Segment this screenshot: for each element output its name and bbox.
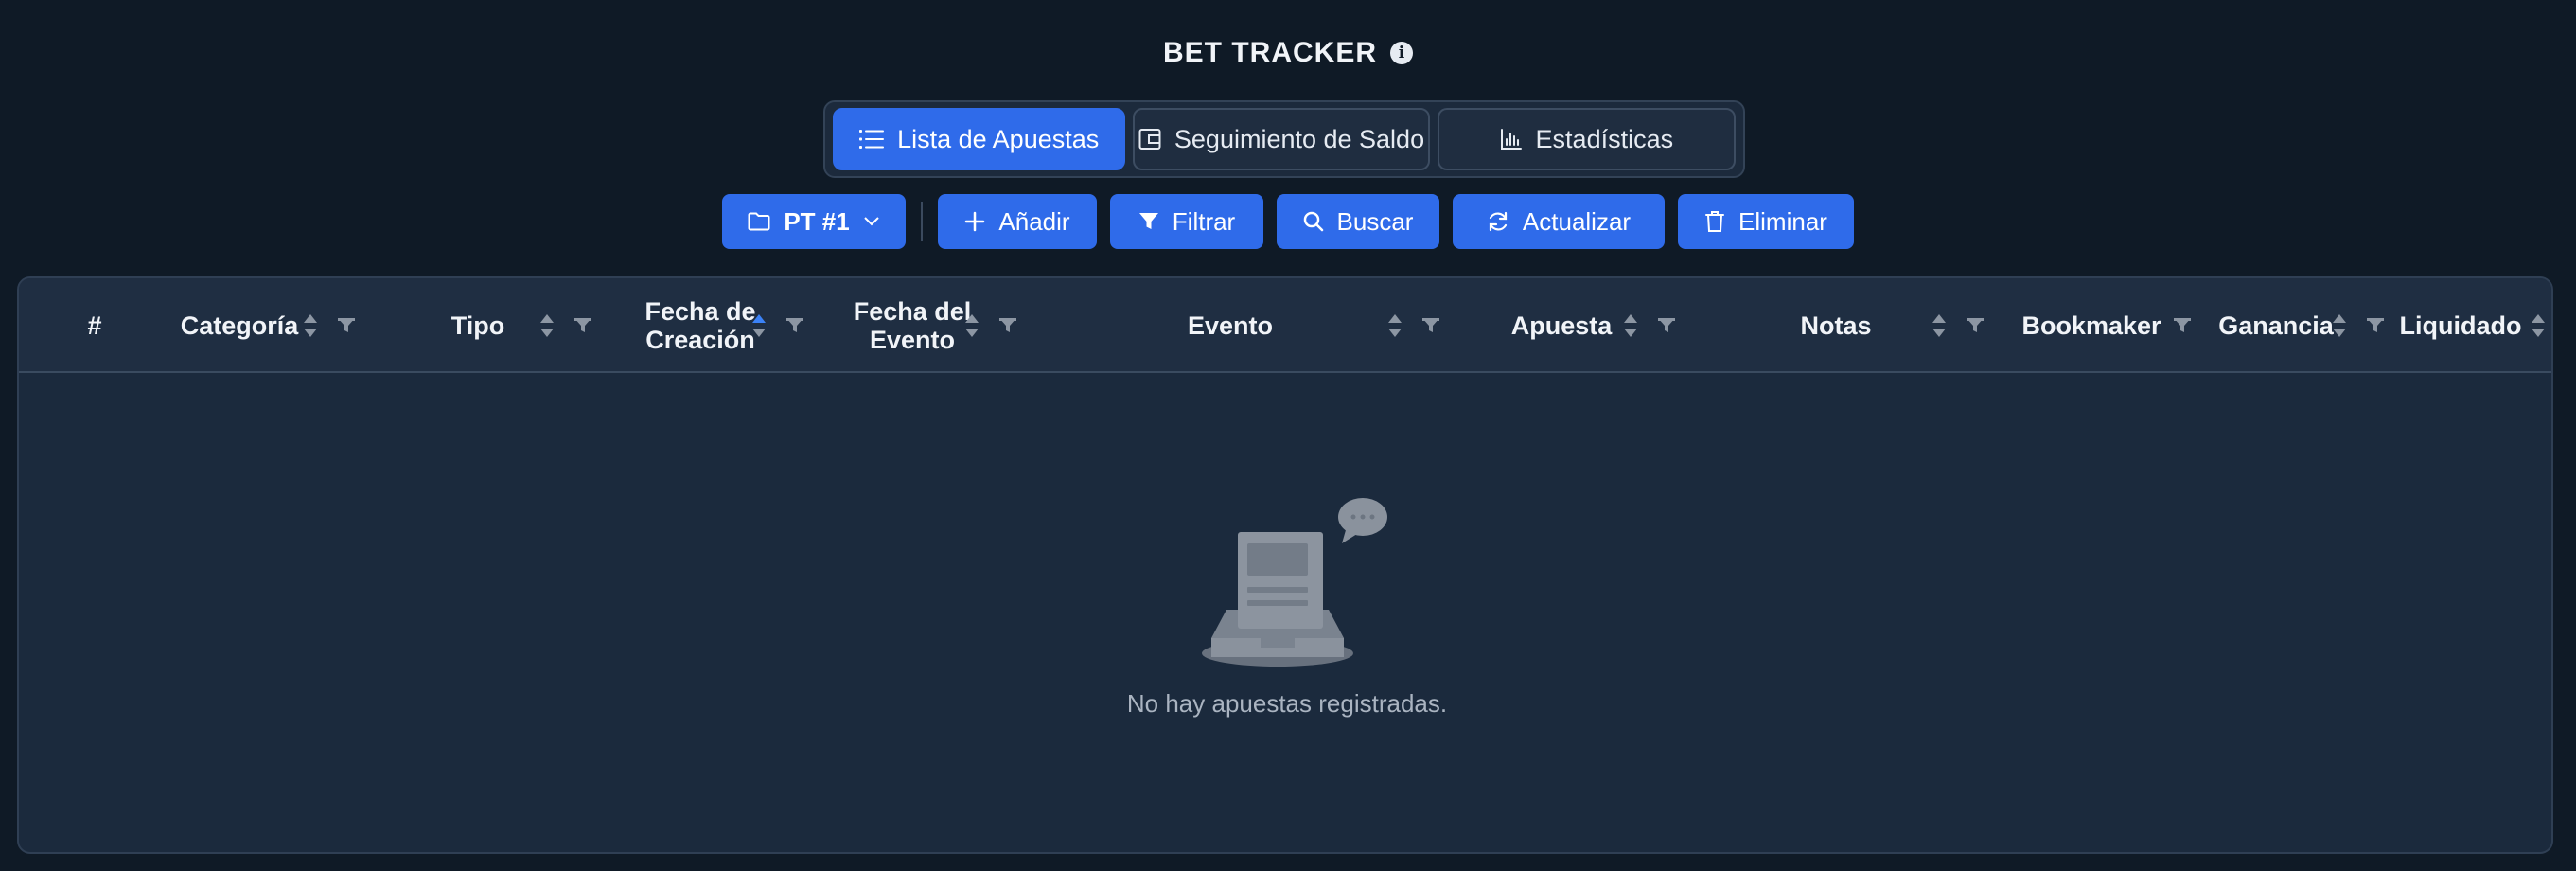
column-label: Evento: [1187, 311, 1274, 340]
list-icon: [859, 130, 885, 149]
column-label: Apuesta: [1510, 311, 1613, 340]
filter-icon[interactable]: [1963, 311, 1987, 340]
column-label: Ganancia: [2218, 311, 2334, 340]
delete-button[interactable]: Eliminar: [1678, 194, 1854, 249]
refresh-button[interactable]: Actualizar: [1453, 194, 1665, 249]
sort-icon[interactable]: [1618, 311, 1643, 340]
column-label: Notas: [1800, 311, 1872, 340]
sort-icon[interactable]: [2327, 311, 2352, 340]
bets-table: # Categoría Tipo Fecha de Creación Fecha…: [17, 276, 2553, 854]
tab-label: Estadísticas: [1535, 124, 1674, 153]
column-label: Tipo: [450, 311, 505, 340]
search-button[interactable]: Buscar: [1277, 194, 1439, 249]
column-label: Evento: [869, 326, 956, 354]
column-header-bookmaker[interactable]: Bookmaker: [2006, 278, 2177, 373]
header: BET TRACKER i: [0, 34, 2576, 72]
delete-label: Eliminar: [1738, 206, 1827, 236]
filter-icon[interactable]: [1654, 311, 1679, 340]
toolbar: PT #1 Añadir Filtrar Buscar Actualizar E…: [0, 193, 2576, 250]
filter-icon[interactable]: [2170, 311, 2195, 340]
filter-icon[interactable]: [996, 311, 1020, 340]
sort-ascending-icon[interactable]: [747, 311, 771, 340]
empty-state: No hay apuestas registradas.: [19, 496, 2551, 780]
portfolio-label: PT #1: [784, 206, 850, 236]
column-header-notas[interactable]: Notas: [1741, 278, 1931, 373]
filter-icon[interactable]: [334, 311, 359, 340]
column-label: Liquidado: [2399, 311, 2522, 340]
filter-button[interactable]: Filtrar: [1110, 194, 1263, 249]
tab-estadisticas[interactable]: Estadísticas: [1437, 108, 1736, 170]
column-label: Categoría: [180, 311, 299, 340]
column-label: Fecha de: [644, 297, 756, 326]
tab-label: Lista de Apuestas: [897, 124, 1100, 153]
filter-icon: [1138, 213, 1158, 229]
column-header-categoria[interactable]: Categoría: [159, 278, 320, 373]
folder-icon: [748, 212, 770, 231]
info-circle-icon[interactable]: i: [1390, 42, 1413, 64]
page-title: BET TRACKER: [1163, 37, 1377, 68]
tab-seguimiento-de-saldo[interactable]: Seguimiento de Saldo: [1133, 108, 1430, 170]
filter-icon[interactable]: [1419, 311, 1443, 340]
column-label: Bookmaker: [2021, 311, 2161, 340]
search-label: Buscar: [1336, 206, 1414, 236]
filter-label: Filtrar: [1172, 206, 1236, 236]
column-label: Fecha del: [853, 297, 972, 326]
bar-chart-icon: [1500, 129, 1522, 150]
refresh-icon: [1489, 211, 1508, 232]
plus-icon: [965, 211, 985, 232]
sort-icon[interactable]: [1383, 311, 1407, 340]
refresh-label: Actualizar: [1522, 206, 1632, 236]
view-tabs: Lista de Apuestas Seguimiento de Saldo E…: [823, 100, 1745, 178]
empty-inbox-icon: [1202, 498, 1387, 667]
empty-message: No hay apuestas registradas.: [1126, 689, 1448, 718]
column-label: #: [87, 311, 102, 340]
filter-icon[interactable]: [2363, 311, 2388, 340]
sort-icon[interactable]: [2526, 311, 2550, 340]
column-header-liquidado[interactable]: Liquidado: [2394, 278, 2527, 373]
filter-icon[interactable]: [783, 311, 807, 340]
portfolio-select-button[interactable]: PT #1: [722, 194, 906, 249]
chevron-down-icon: [863, 217, 879, 226]
app: BET TRACKER i Lista de Apuestas Seguimie…: [0, 0, 2576, 871]
add-button[interactable]: Añadir: [938, 194, 1097, 249]
filter-icon[interactable]: [571, 311, 595, 340]
sort-icon[interactable]: [298, 311, 323, 340]
column-header-evento[interactable]: Evento: [1136, 278, 1325, 373]
add-label: Añadir: [998, 206, 1070, 236]
trash-icon: [1705, 211, 1725, 232]
column-header-apuesta[interactable]: Apuesta: [1486, 278, 1637, 373]
sort-icon[interactable]: [1927, 311, 1951, 340]
tab-label: Seguimiento de Saldo: [1173, 124, 1425, 153]
column-header-num[interactable]: #: [66, 278, 123, 373]
search-icon: [1303, 211, 1323, 232]
toolbar-divider: [921, 202, 923, 241]
sort-icon[interactable]: [535, 311, 559, 340]
column-header-tipo[interactable]: Tipo: [416, 278, 539, 373]
table-header: # Categoría Tipo Fecha de Creación Fecha…: [19, 278, 2551, 373]
column-label: Creación: [645, 326, 755, 354]
tab-lista-de-apuestas[interactable]: Lista de Apuestas: [833, 108, 1126, 170]
sort-icon[interactable]: [960, 311, 984, 340]
wallet-icon: [1138, 129, 1161, 150]
